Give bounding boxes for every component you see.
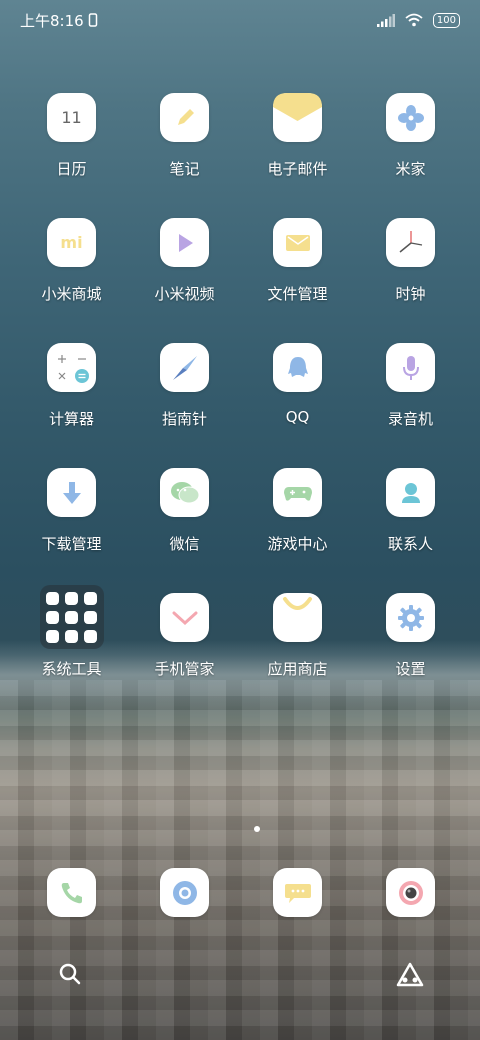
- app-label: 应用商店: [267, 660, 328, 678]
- folder-mini-icon: [84, 610, 97, 624]
- dock: [15, 868, 465, 917]
- mi-store-icon: mi: [47, 218, 96, 267]
- dock-camera[interactable]: [354, 868, 467, 917]
- app-store-icon: [273, 593, 322, 642]
- app-label: 电子邮件: [267, 160, 328, 178]
- file-manager-icon: [273, 218, 322, 267]
- app-notes[interactable]: 笔记: [128, 93, 241, 218]
- app-grid: 11 日历 笔记 电子邮件 米家 mi 小米商城 小米视频 文件管理 时钟 计算…: [15, 93, 465, 718]
- dock-browser[interactable]: [128, 868, 241, 917]
- app-label: 时钟: [395, 285, 426, 303]
- app-system-tools-folder[interactable]: 系统工具: [15, 585, 128, 718]
- bottom-nav: [0, 962, 480, 992]
- app-mi-video[interactable]: 小米视频: [128, 218, 241, 343]
- app-recorder[interactable]: 录音机: [354, 343, 467, 468]
- folder-mini-icon: [65, 610, 78, 624]
- mi-video-icon: [160, 218, 209, 267]
- app-label: 游戏中心: [267, 535, 328, 553]
- app-label: 米家: [395, 160, 426, 178]
- settings-icon: [386, 593, 435, 642]
- folder-mini-icon: [84, 629, 97, 643]
- app-label: 计算器: [48, 410, 94, 428]
- assistant-icon[interactable]: [396, 962, 424, 988]
- app-label: 小米视频: [154, 285, 215, 303]
- game-center-icon: [273, 468, 322, 517]
- folder-mini-icon: [84, 591, 97, 605]
- browser-icon: [160, 868, 209, 917]
- dock-messages[interactable]: [241, 868, 354, 917]
- app-label: 手机管家: [154, 660, 215, 678]
- contacts-icon: [386, 468, 435, 517]
- app-compass[interactable]: 指南针: [128, 343, 241, 468]
- app-label: 下载管理: [41, 535, 102, 553]
- status-bar: 上午8:16 100: [0, 0, 480, 40]
- search-icon[interactable]: [58, 962, 82, 986]
- app-calendar[interactable]: 11 日历: [15, 93, 128, 218]
- folder-mini-icon: [65, 591, 78, 605]
- wechat-icon: [160, 468, 209, 517]
- download-icon: [47, 468, 96, 517]
- mijia-icon: [386, 93, 435, 142]
- app-game-center[interactable]: 游戏中心: [241, 468, 354, 593]
- app-label: 日历: [56, 160, 87, 178]
- app-label: 小米商城: [41, 285, 102, 303]
- app-app-store[interactable]: 应用商店: [241, 593, 354, 718]
- folder-mini-icon: [65, 629, 78, 643]
- calendar-icon: 11: [47, 93, 96, 142]
- clock-icon: [386, 218, 435, 267]
- app-qq[interactable]: QQ: [241, 343, 354, 468]
- app-mi-store[interactable]: mi 小米商城: [15, 218, 128, 343]
- app-label: 指南针: [161, 410, 207, 428]
- recorder-icon: [386, 343, 435, 392]
- wifi-icon: [405, 13, 423, 27]
- app-label: 设置: [395, 660, 426, 678]
- mi-logo: mi: [60, 233, 83, 252]
- page-indicator: [254, 826, 260, 832]
- calculator-icon: [47, 343, 96, 392]
- system-tools-folder-icon: [39, 585, 104, 649]
- dock-phone[interactable]: [15, 868, 128, 917]
- app-label: 录音机: [387, 410, 433, 428]
- app-clock[interactable]: 时钟: [354, 218, 467, 343]
- folder-mini-icon: [46, 629, 59, 643]
- email-icon: [273, 93, 322, 142]
- app-label: 联系人: [387, 535, 433, 553]
- phone-icon: [47, 868, 96, 917]
- app-label: 系统工具: [41, 660, 102, 678]
- vibrate-icon: [88, 13, 97, 27]
- camera-icon: [386, 868, 435, 917]
- app-settings[interactable]: 设置: [354, 593, 467, 718]
- status-time: 上午8:16: [20, 11, 84, 30]
- app-calculator[interactable]: 计算器: [15, 343, 128, 468]
- app-wechat[interactable]: 微信: [128, 468, 241, 593]
- app-label: 微信: [169, 535, 200, 553]
- app-contacts[interactable]: 联系人: [354, 468, 467, 593]
- compass-icon: [160, 343, 209, 392]
- app-security[interactable]: 手机管家: [128, 593, 241, 718]
- app-mijia[interactable]: 米家: [354, 93, 467, 218]
- qq-icon: [273, 343, 322, 392]
- app-file-manager[interactable]: 文件管理: [241, 218, 354, 343]
- app-email[interactable]: 电子邮件: [241, 93, 354, 218]
- folder-mini-icon: [46, 591, 59, 605]
- calendar-date: 11: [61, 108, 82, 127]
- battery-indicator: 100: [432, 12, 460, 28]
- folder-mini-icon: [46, 610, 59, 624]
- app-label: 文件管理: [267, 285, 328, 303]
- app-label: QQ: [285, 408, 310, 426]
- security-icon: [160, 593, 209, 642]
- notes-icon: [160, 93, 209, 142]
- app-label: 笔记: [169, 160, 200, 178]
- signal-icon: [376, 13, 395, 27]
- messages-icon: [273, 868, 322, 917]
- app-download-manager[interactable]: 下载管理: [15, 468, 128, 593]
